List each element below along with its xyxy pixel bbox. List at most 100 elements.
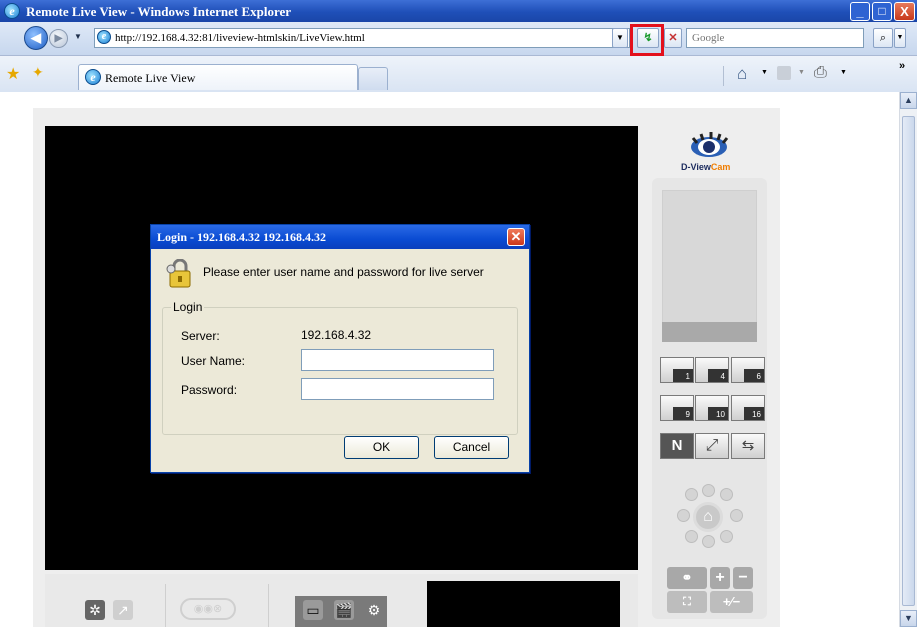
address-field[interactable]: e http://192.168.4.32:81/liveview-htmlsk… — [94, 28, 630, 48]
username-input[interactable] — [304, 351, 494, 371]
info-display — [427, 581, 620, 627]
dialog-message: Please enter user name and password for … — [203, 265, 484, 279]
sequence-icon[interactable]: ⇆ — [731, 433, 765, 459]
logo-text-main: D-View — [681, 162, 711, 172]
address-toolbar: ◀ ▶ ▼ e http://192.168.4.32:81/liveview-… — [0, 22, 917, 56]
layout-6-button[interactable]: 6 — [731, 357, 765, 383]
ptz-up-icon[interactable] — [702, 484, 715, 497]
export-icon[interactable]: ↗ — [113, 600, 133, 620]
add-favorites-icon[interactable]: ✦ — [32, 64, 44, 81]
address-dropdown-button[interactable]: ▼ — [612, 28, 628, 48]
print-dropdown-icon[interactable]: ▼ — [840, 69, 847, 76]
ptz-home-icon[interactable]: ⌂ — [693, 502, 723, 532]
zoom-binoculars-icon[interactable]: ⚭ — [667, 567, 707, 589]
ie-logo-icon: e — [4, 3, 20, 19]
layout-label: 16 — [752, 410, 761, 419]
bottom-divider — [268, 584, 269, 627]
minimize-button[interactable]: _ — [850, 2, 870, 21]
dviewcam-logo: D-ViewCam — [681, 162, 730, 172]
username-field[interactable] — [301, 349, 494, 371]
focus-icon[interactable]: ⛶ — [667, 591, 707, 613]
ptz-up-left-icon[interactable] — [685, 488, 698, 501]
dialog-title-bar: Login - 192.168.4.32 192.168.4.32 ✕ — [151, 225, 529, 249]
tab-bar: ★ ✦ e Remote Live View ⌂ ▼ ▼ ⎙ ▼ » — [0, 56, 917, 93]
scroll-down-button[interactable]: ▼ — [900, 610, 917, 627]
server-value: 192.168.4.32 — [301, 328, 372, 342]
layout-label: 10 — [716, 410, 725, 419]
more-tools-chevron-icon[interactable]: » — [899, 60, 905, 72]
zoom-in-icon[interactable]: + — [710, 567, 730, 589]
home-dropdown-icon[interactable]: ▼ — [761, 69, 768, 76]
window-title: Remote Live View - Windows Internet Expl… — [26, 4, 292, 19]
layout-1-button[interactable]: 1 — [660, 357, 694, 383]
page-icon: e — [97, 30, 111, 44]
window-title-bar: e Remote Live View - Windows Internet Ex… — [0, 0, 917, 22]
preview-status-bar — [662, 322, 757, 342]
server-label: Server: — [181, 329, 220, 343]
layout-label: 6 — [756, 372, 761, 381]
lock-keys-icon — [165, 258, 193, 289]
dialog-title: Login - 192.168.4.32 192.168.4.32 — [157, 230, 327, 244]
tab-remote-live-view[interactable]: e Remote Live View — [78, 64, 358, 90]
group-label: Login — [171, 300, 205, 314]
tab-label: Remote Live View — [105, 71, 196, 85]
ptz-down-icon[interactable] — [702, 535, 715, 548]
new-tab-button[interactable] — [358, 67, 388, 90]
highlight-box — [630, 24, 664, 56]
favorites-star-icon[interactable]: ★ — [6, 64, 20, 84]
layout-label: 4 — [720, 372, 725, 381]
camera-preview — [662, 190, 757, 342]
ptz-right-icon[interactable] — [730, 509, 743, 522]
username-label: User Name: — [181, 354, 246, 368]
print-icon[interactable]: ⎙ — [814, 64, 827, 82]
logo-text-accent: Cam — [710, 162, 731, 172]
cancel-button[interactable]: Cancel — [434, 436, 509, 459]
ptz-down-left-icon[interactable] — [685, 530, 698, 543]
back-button[interactable]: ◀ — [24, 26, 48, 50]
forward-button[interactable]: ▶ — [49, 29, 68, 48]
ptz-up-right-icon[interactable] — [720, 488, 733, 501]
clapper-icon[interactable]: 🎬 — [334, 600, 354, 620]
bottom-divider — [165, 584, 166, 627]
ptz-left-icon[interactable] — [677, 509, 690, 522]
dialog-close-button[interactable]: ✕ — [507, 228, 525, 246]
layout-label: 1 — [685, 372, 690, 381]
login-dialog: Login - 192.168.4.32 192.168.4.32 ✕ Plea… — [150, 224, 530, 473]
focus-plus-minus-icon[interactable]: +∕− — [710, 591, 753, 613]
zoom-out-icon[interactable]: − — [733, 567, 753, 589]
layout-9-button[interactable]: 9 — [660, 395, 694, 421]
maximize-button[interactable]: □ — [872, 2, 892, 21]
scroll-up-button[interactable]: ▲ — [900, 92, 917, 109]
url-text[interactable]: http://192.168.4.32:81/liveview-htmlskin… — [115, 32, 365, 44]
password-label: Password: — [181, 383, 238, 397]
layout-10-button[interactable]: 10 — [695, 395, 729, 421]
vertical-scrollbar[interactable]: ▲ ▼ — [899, 92, 917, 627]
feeds-icon[interactable] — [777, 66, 791, 80]
layout-16-button[interactable]: 16 — [731, 395, 765, 421]
feeds-dropdown-icon[interactable]: ▼ — [798, 69, 805, 76]
recent-pages-dropdown-icon[interactable]: ▼ — [74, 32, 82, 41]
password-field[interactable] — [301, 378, 494, 400]
window-close-button[interactable]: X — [894, 2, 915, 21]
playback-controls-icon[interactable]: ◉◉⊗ — [180, 598, 236, 620]
layout-4-button[interactable]: 4 — [695, 357, 729, 383]
search-icon[interactable]: ⌕ — [873, 28, 893, 48]
tab-page-icon: e — [85, 69, 101, 85]
password-input[interactable] — [304, 380, 494, 400]
home-icon[interactable]: ⌂ — [737, 64, 747, 84]
search-options-dropdown-icon[interactable]: ▼ — [894, 28, 906, 48]
layout-label: 9 — [685, 410, 690, 419]
search-input[interactable] — [690, 31, 864, 45]
fullscreen-icon[interactable]: ⤢ — [695, 433, 729, 459]
ptz-down-right-icon[interactable] — [720, 530, 733, 543]
record-video-icon[interactable]: ▭ — [303, 600, 323, 620]
search-box[interactable] — [686, 28, 864, 48]
scroll-thumb[interactable] — [902, 116, 915, 606]
eye-logo-icon — [687, 130, 735, 160]
ok-button[interactable]: OK — [344, 436, 419, 459]
settings-gear-icon[interactable]: ⚙ — [364, 600, 384, 620]
snapshot-icon[interactable]: ✲ — [85, 600, 105, 620]
n-layout-icon[interactable]: N — [660, 433, 694, 459]
toolbar-divider — [723, 66, 724, 86]
stop-button[interactable]: ✕ — [664, 28, 682, 48]
